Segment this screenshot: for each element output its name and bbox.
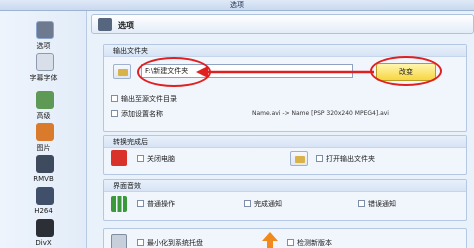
open-folder-checkbox[interactable]: [316, 155, 323, 162]
sidebar-item-label: H264: [34, 207, 53, 215]
add-setting-name-checkbox[interactable]: [111, 110, 118, 117]
arrow-head: [196, 66, 208, 78]
sidebar-item-label: 字幕字体: [29, 74, 58, 82]
options-icon: [36, 21, 54, 39]
highlight-ellipse: [370, 56, 442, 86]
subtitle-font-icon: [36, 53, 54, 71]
section-title: 界面音效: [104, 180, 466, 192]
filename-preview: Name.avi -> Name [PSP 320x240 MPEG4].avi: [252, 110, 389, 117]
add-setting-name-label: 添加设置名称: [121, 110, 163, 118]
normal-sound-checkbox[interactable]: [137, 200, 144, 207]
section-title: 转换完成后: [104, 136, 466, 148]
sidebar-item-subtitle-font[interactable]: 字幕字体: [0, 49, 87, 83]
sidebar-item-advanced[interactable]: 高级: [0, 87, 87, 121]
divx-icon: [36, 219, 54, 237]
h264-icon: [36, 187, 54, 205]
browse-folder-button[interactable]: [113, 64, 131, 79]
tray-icon: [111, 234, 127, 248]
panel-header: 选项: [91, 14, 474, 34]
picture-icon: [36, 123, 54, 141]
folder-icon: [295, 156, 305, 163]
volume-bars-icon: [111, 196, 127, 212]
open-folder-icon: [290, 151, 308, 166]
sidebar-item-label: RMVB: [33, 175, 54, 183]
open-folder-label: 打开输出文件夹: [326, 155, 375, 163]
rmvb-icon: [36, 155, 54, 173]
check-version-label: 检测新版本: [297, 239, 332, 247]
check-version-checkbox[interactable]: [287, 239, 294, 246]
section-title: 输出文件夹: [104, 45, 466, 57]
window-title: 选项: [0, 0, 474, 11]
sidebar-item-rmvb[interactable]: RMVB: [0, 151, 87, 185]
complete-sound-label: 完成通知: [254, 200, 282, 208]
sidebar-item-divx[interactable]: DivX: [0, 215, 87, 248]
sidebar: 选项 字幕字体 高级 图片 RMVB H264 DivX: [0, 11, 87, 248]
minimize-tray-checkbox[interactable]: [137, 239, 144, 246]
sidebar-item-picture[interactable]: 图片: [0, 119, 87, 153]
shutdown-checkbox[interactable]: [137, 155, 144, 162]
minimize-tray-label: 最小化到系统托盘: [147, 239, 203, 247]
shutdown-label: 关闭电脑: [147, 155, 175, 163]
folder-icon: [118, 69, 128, 76]
sidebar-item-label: DivX: [35, 239, 52, 247]
sidebar-item-h264[interactable]: H264: [0, 183, 87, 217]
sidebar-item-options[interactable]: 选项: [0, 17, 87, 51]
complete-sound-checkbox[interactable]: [244, 200, 251, 207]
save-to-source-checkbox[interactable]: [111, 95, 118, 102]
error-sound-checkbox[interactable]: [358, 200, 365, 207]
save-to-source-label: 输出至源文件目录: [121, 95, 177, 103]
advanced-icon: [36, 91, 54, 109]
normal-sound-label: 普通操作: [147, 200, 175, 208]
page-title: 选项: [118, 21, 134, 30]
update-arrow-icon: [262, 232, 278, 248]
error-sound-label: 错误通知: [368, 200, 396, 208]
arrow-annotation: [196, 66, 374, 78]
power-icon: [111, 150, 127, 166]
options-icon: [98, 18, 112, 31]
